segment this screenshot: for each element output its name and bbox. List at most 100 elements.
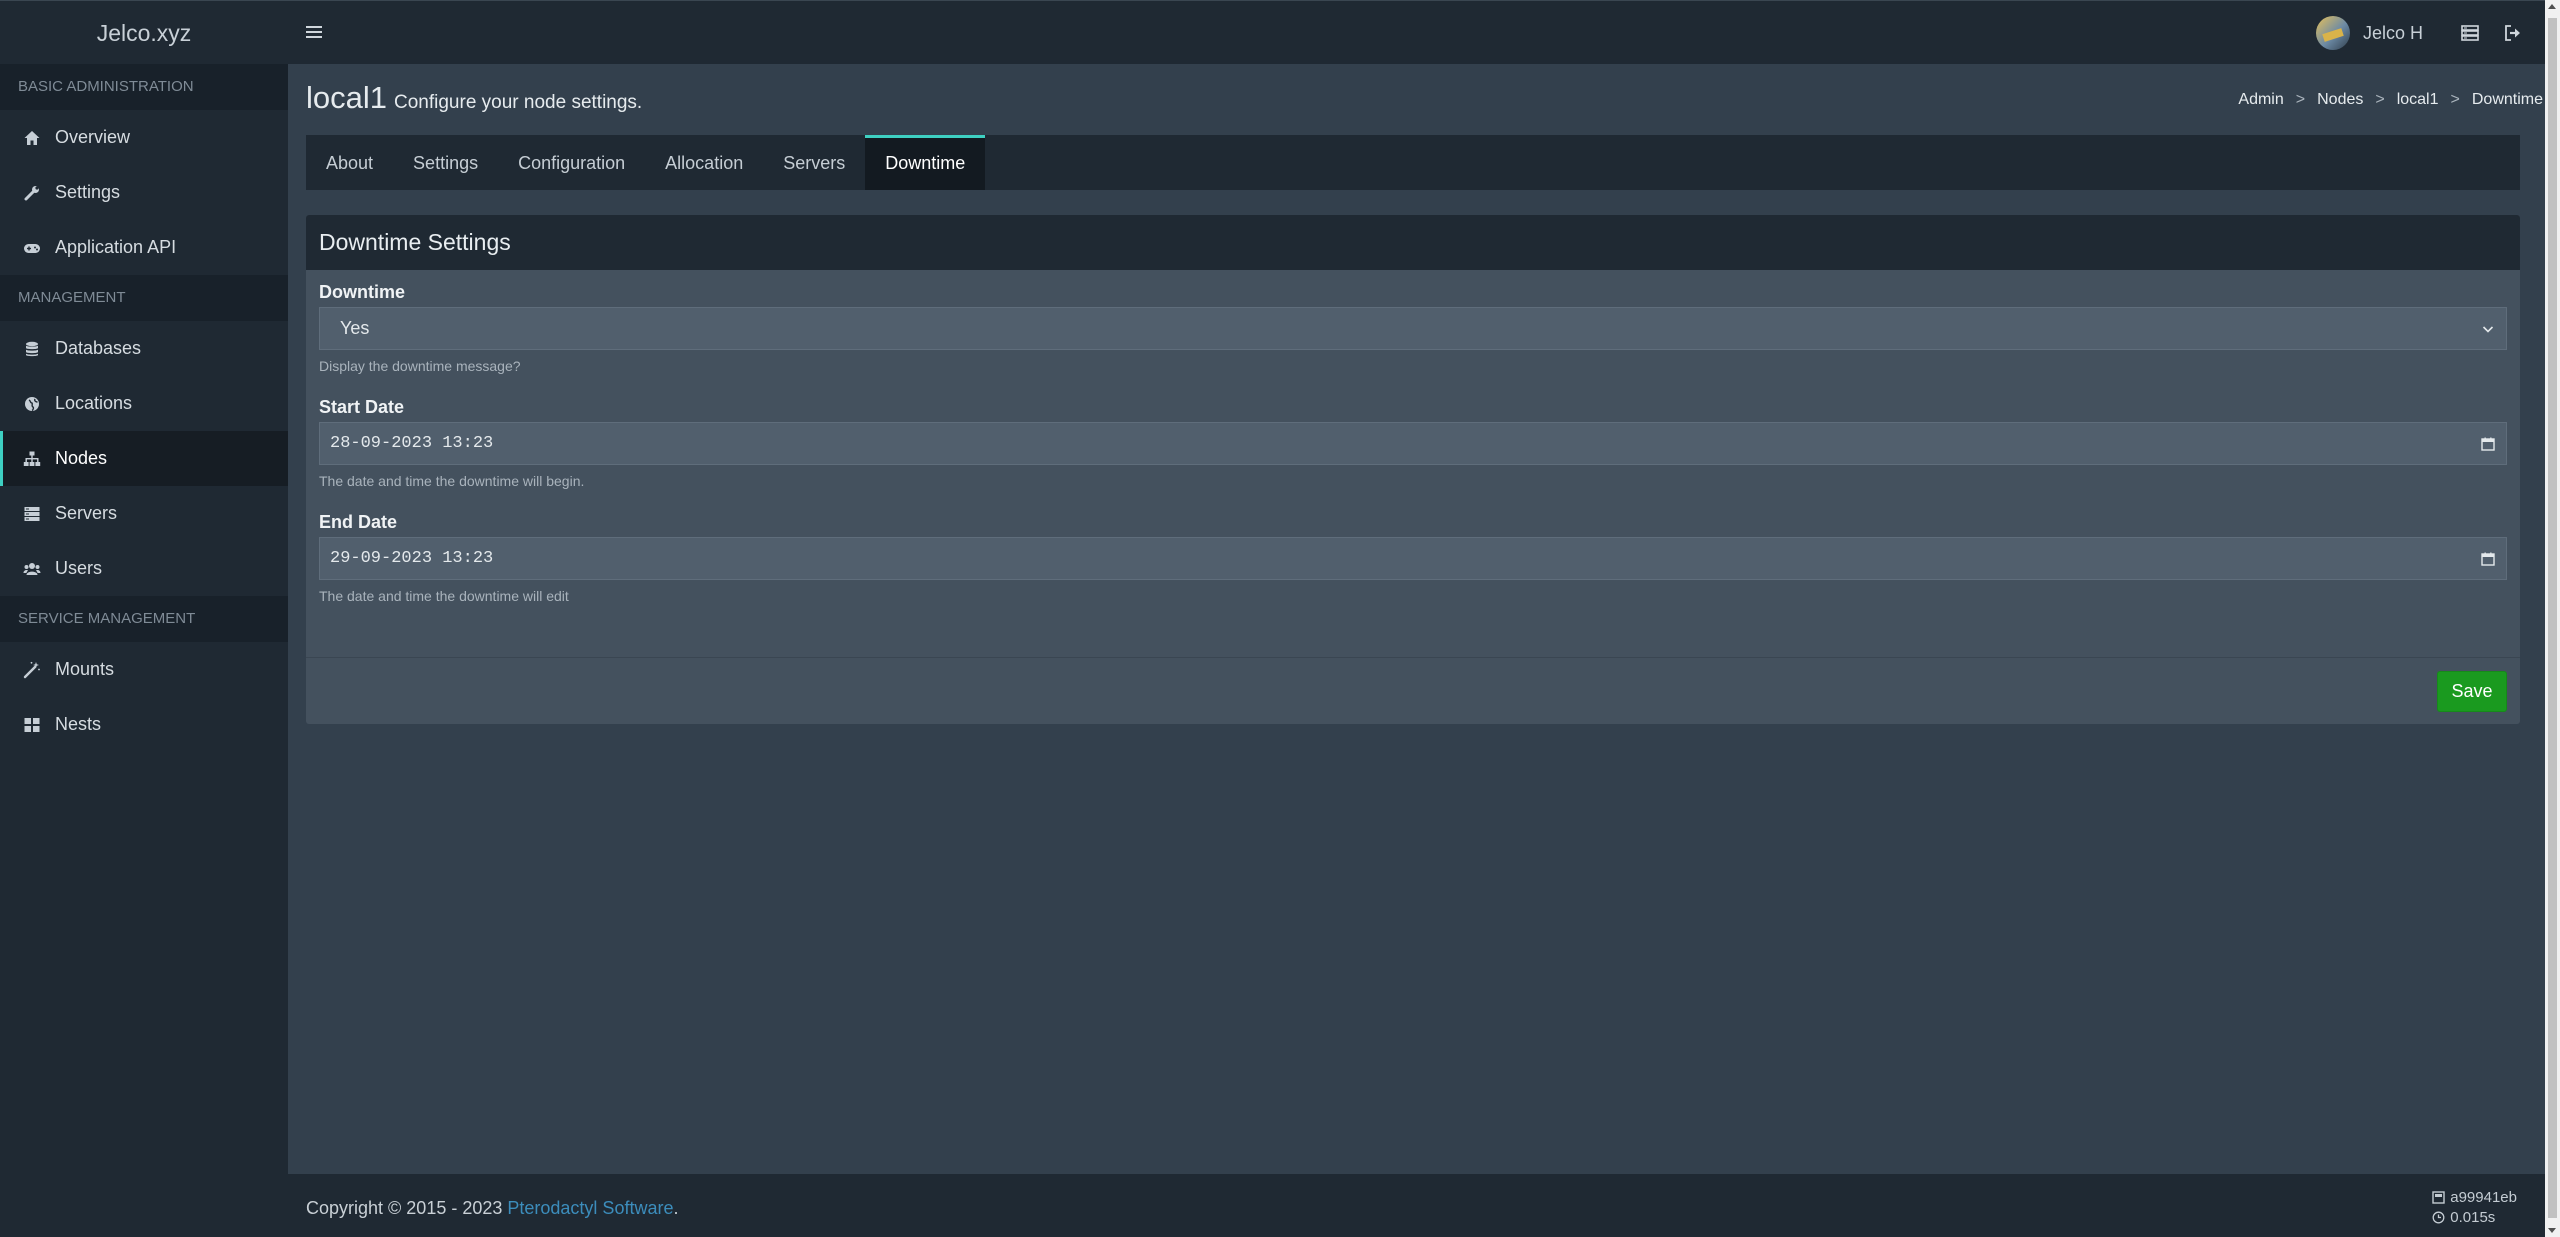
server-list-icon[interactable] bbox=[2459, 22, 2481, 44]
user-name[interactable]: Jelco H bbox=[2363, 23, 2423, 44]
end-date-help: The date and time the downtime will edit bbox=[319, 588, 569, 604]
sidebar-item-nodes[interactable]: Nodes bbox=[0, 431, 288, 486]
sidebar-toggle-icon[interactable] bbox=[303, 21, 325, 43]
downtime-field-group: Downtime Yes Display the downtime messag… bbox=[319, 281, 2507, 375]
sidebar: Basic Administration Overview Settings A… bbox=[0, 64, 288, 1237]
pterodactyl-link[interactable]: Pterodactyl Software bbox=[507, 1198, 673, 1218]
calendar-icon[interactable] bbox=[2480, 551, 2496, 567]
tab-servers[interactable]: Servers bbox=[763, 135, 865, 190]
user-menu: Jelco H bbox=[2315, 1, 2545, 65]
tab-configuration[interactable]: Configuration bbox=[498, 135, 645, 190]
sidebar-item-nests[interactable]: Nests bbox=[0, 697, 288, 752]
sidebar-item-label: Servers bbox=[55, 503, 118, 523]
breadcrumb-separator: > bbox=[2295, 91, 2306, 108]
sidebar-item-label: Overview bbox=[55, 127, 131, 147]
server-icon bbox=[23, 505, 41, 523]
th-large-icon bbox=[23, 716, 41, 734]
downtime-select[interactable]: Yes bbox=[319, 307, 2507, 350]
breadcrumb-nodes[interactable]: Nodes bbox=[2317, 91, 2363, 109]
downtime-help: Display the downtime message? bbox=[319, 358, 521, 374]
sidebar-section-basic-administration: Basic Administration bbox=[0, 64, 288, 110]
sign-out-icon[interactable] bbox=[2502, 22, 2524, 44]
breadcrumb-separator: > bbox=[2375, 91, 2385, 108]
version-row: a99941eb bbox=[2432, 1187, 2517, 1207]
sidebar-item-label: Nodes bbox=[55, 448, 108, 468]
node-name: local1 bbox=[306, 80, 387, 115]
sidebar-item-mounts[interactable]: Mounts bbox=[0, 642, 288, 697]
page-scrollbar[interactable] bbox=[2545, 0, 2560, 1237]
admin-page: Jelco.xyz Jelco H Basic Administration O… bbox=[0, 0, 2545, 1237]
home-icon bbox=[23, 129, 41, 147]
sidebar-item-label: Application API bbox=[55, 237, 177, 257]
sidebar-section-service-management: Service Management bbox=[0, 596, 288, 642]
panel-footer: Save bbox=[306, 657, 2520, 724]
scroll-up-icon[interactable] bbox=[2548, 4, 2556, 9]
sitemap-icon bbox=[23, 450, 41, 468]
top-navbar: Jelco.xyz Jelco H bbox=[0, 0, 2545, 64]
chevron-down-icon bbox=[2480, 321, 2496, 337]
sidebar-item-label: Users bbox=[55, 558, 103, 578]
version-info: a99941eb 0.015s bbox=[2432, 1187, 2517, 1227]
sidebar-section-management: Management bbox=[0, 275, 288, 321]
clock-icon bbox=[2432, 1211, 2445, 1224]
breadcrumb-admin[interactable]: Admin bbox=[2238, 91, 2283, 109]
users-icon bbox=[23, 560, 41, 578]
start-date-help: The date and time the downtime will begi… bbox=[319, 473, 585, 489]
sidebar-item-label: Locations bbox=[55, 393, 133, 413]
panel-title: Downtime Settings bbox=[306, 215, 2520, 270]
save-button[interactable]: Save bbox=[2437, 671, 2507, 712]
end-date-field-group: End Date 29-09-2023 13:23 The date and t… bbox=[319, 511, 2507, 605]
sidebar-item-databases[interactable]: Databases bbox=[0, 321, 288, 376]
sidebar-item-label: Nests bbox=[55, 714, 102, 734]
sidebar-item-users[interactable]: Users bbox=[0, 541, 288, 596]
tab-downtime[interactable]: Downtime bbox=[865, 135, 986, 190]
end-date-value: 29-09-2023 13:23 bbox=[330, 549, 494, 568]
scroll-down-icon[interactable] bbox=[2548, 1228, 2556, 1233]
database-icon bbox=[23, 340, 41, 358]
gamepad-icon bbox=[23, 239, 41, 257]
main-content: local1 Configure your node settings. Adm… bbox=[288, 64, 2545, 1174]
start-date-value: 28-09-2023 13:23 bbox=[330, 434, 494, 453]
tab-about[interactable]: About bbox=[306, 135, 393, 190]
downtime-selected-value: Yes bbox=[340, 318, 370, 338]
sidebar-item-label: Mounts bbox=[55, 659, 115, 679]
avatar[interactable] bbox=[2315, 16, 2350, 50]
copyright: Copyright © 2015 - 2023 Pterodactyl Soft… bbox=[306, 1198, 678, 1219]
breadcrumb-current: Downtime bbox=[2471, 91, 2543, 108]
copyright-text: Copyright © 2015 - 2023 bbox=[306, 1198, 508, 1218]
wrench-icon bbox=[23, 184, 41, 202]
sidebar-item-label: Settings bbox=[55, 182, 121, 202]
downtime-label: Downtime bbox=[319, 282, 406, 302]
sidebar-item-settings[interactable]: Settings bbox=[0, 165, 288, 220]
node-tabs: About Settings Configuration Allocation … bbox=[306, 135, 2520, 190]
sidebar-item-servers[interactable]: Servers bbox=[0, 486, 288, 541]
magic-icon bbox=[23, 661, 41, 679]
tab-allocation[interactable]: Allocation bbox=[645, 135, 763, 190]
end-date-label: End Date bbox=[319, 512, 398, 532]
sidebar-item-locations[interactable]: Locations bbox=[0, 376, 288, 431]
sidebar-item-label: Databases bbox=[55, 338, 142, 358]
end-date-input[interactable]: 29-09-2023 13:23 bbox=[319, 537, 2507, 580]
globe-icon bbox=[23, 395, 41, 413]
page-title: local1 Configure your node settings. bbox=[306, 80, 642, 116]
breadcrumb-node[interactable]: local1 bbox=[2397, 91, 2439, 109]
code-branch-icon bbox=[2432, 1190, 2445, 1204]
tab-settings[interactable]: Settings bbox=[393, 135, 498, 190]
copyright-suffix: . bbox=[673, 1198, 679, 1218]
sidebar-item-application-api[interactable]: Application API bbox=[0, 220, 288, 275]
start-date-input[interactable]: 28-09-2023 13:23 bbox=[319, 422, 2507, 465]
scrollbar-thumb[interactable] bbox=[2548, 18, 2557, 1218]
render-time-row: 0.015s bbox=[2432, 1207, 2517, 1227]
breadcrumb: Admin > Nodes > local1 > Downtime bbox=[2238, 91, 2543, 109]
calendar-icon[interactable] bbox=[2480, 436, 2496, 452]
sidebar-item-overview[interactable]: Overview bbox=[0, 110, 288, 165]
start-date-label: Start Date bbox=[319, 397, 405, 417]
page-subtitle: Configure your node settings. bbox=[394, 92, 643, 113]
render-time: 0.015s bbox=[2450, 1208, 2496, 1226]
version-hash: a99941eb bbox=[2450, 1188, 2517, 1206]
page-footer: Copyright © 2015 - 2023 Pterodactyl Soft… bbox=[288, 1174, 2545, 1237]
brand-logo[interactable]: Jelco.xyz bbox=[0, 1, 288, 65]
start-date-field-group: Start Date 28-09-2023 13:23 The date and… bbox=[319, 396, 2507, 490]
breadcrumb-separator: > bbox=[2450, 91, 2460, 108]
downtime-settings-panel: Downtime Settings Downtime Yes Display t… bbox=[306, 215, 2520, 724]
